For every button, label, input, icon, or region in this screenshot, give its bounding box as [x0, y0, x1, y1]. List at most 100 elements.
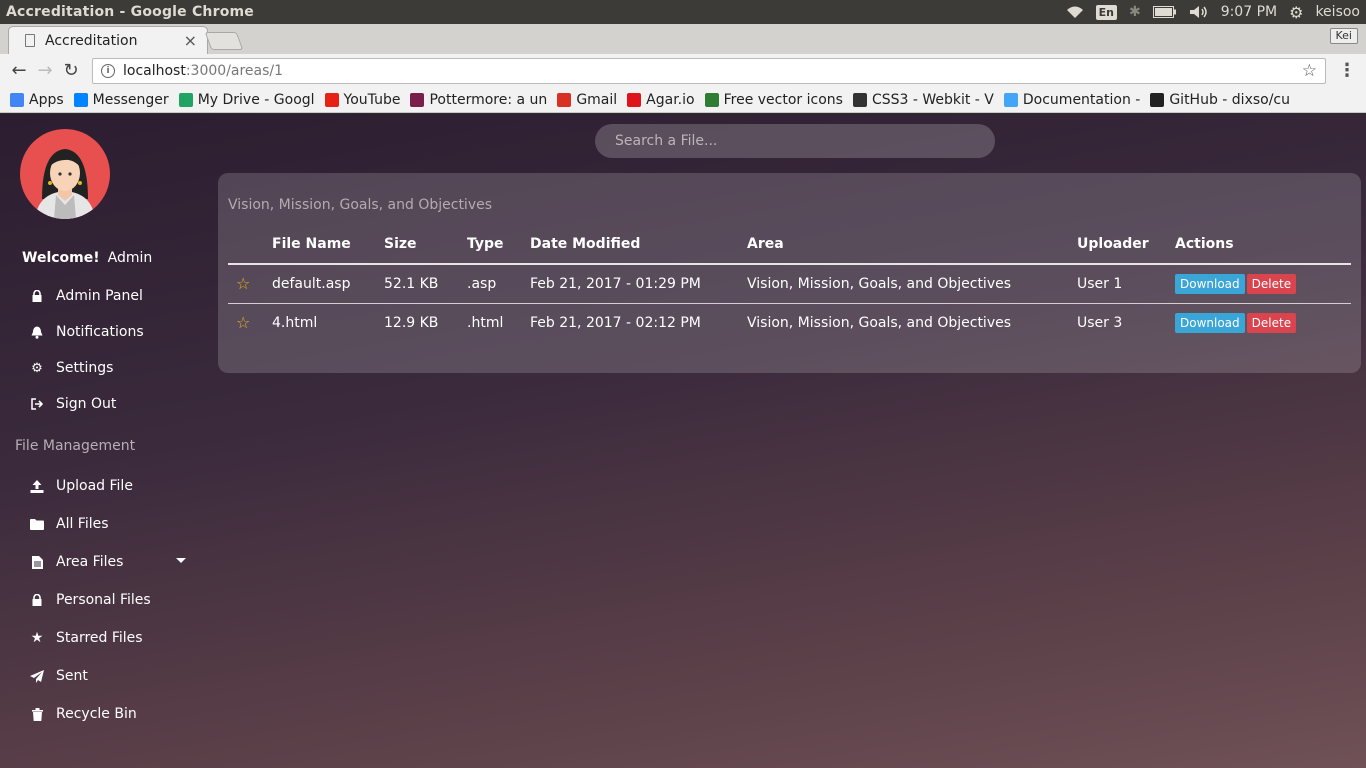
- bookmark-label: YouTube: [343, 91, 401, 108]
- bookmark-label: Documentation -: [1022, 91, 1141, 108]
- reload-icon[interactable]: ↻: [58, 58, 84, 84]
- files-panel: Vision, Mission, Goals, and Objectives F…: [218, 173, 1361, 373]
- bluetooth-icon[interactable]: ✱: [1129, 4, 1141, 20]
- profile-button[interactable]: Kei: [1329, 28, 1358, 44]
- sidebar-item-label: Notifications: [56, 324, 144, 340]
- sidebar-item-settings[interactable]: ⚙ Settings: [30, 360, 113, 376]
- bookmarks-bar: Apps Messenger My Drive - Googl YouTube Pott…: [0, 87, 1366, 113]
- address-bar[interactable]: i localhost:3000/areas/1 ☆: [92, 57, 1326, 84]
- bookmark-label: Agar.io: [646, 91, 695, 108]
- sidebar-item-upload-file[interactable]: Upload File: [30, 478, 133, 494]
- bookmark-item[interactable]: YouTube: [324, 91, 401, 108]
- chevron-down-icon[interactable]: [176, 558, 186, 563]
- delete-button[interactable]: Delete: [1246, 312, 1297, 333]
- keyboard-language[interactable]: En: [1095, 4, 1117, 20]
- volume-icon[interactable]: [1189, 5, 1209, 19]
- url-text[interactable]: localhost:3000/areas/1: [123, 63, 1302, 79]
- youtube-icon: [324, 92, 339, 107]
- sidebar-item-label: All Files: [56, 516, 109, 532]
- bookmark-item[interactable]: Gmail: [557, 92, 617, 108]
- bookmark-item[interactable]: Apps: [10, 92, 64, 108]
- bookmark-item[interactable]: Messenger: [73, 91, 169, 108]
- sidebar-item-starred-files[interactable]: ★ Starred Files: [30, 630, 143, 646]
- battery-icon[interactable]: [1152, 6, 1177, 18]
- sidebar-item-sign-out[interactable]: Sign Out: [30, 396, 116, 412]
- table-header-row: File Name Size Type Date Modified Area U…: [228, 225, 1351, 265]
- os-top-bar: Accreditation - Google Chrome En ✱ 9:07 …: [0, 0, 1366, 24]
- browser-tab[interactable]: Accreditation ×: [8, 26, 208, 54]
- css3-icon: [852, 92, 867, 107]
- star-cell: ☆: [228, 264, 272, 304]
- sidebar-item-all-files[interactable]: All Files: [30, 516, 109, 532]
- sidebar-item-personal-files[interactable]: Personal Files: [30, 592, 151, 608]
- gmail-icon: [557, 92, 572, 107]
- table-row[interactable]: ☆ 4.html 12.9 KB .html Feb 21, 2017 - 02…: [228, 303, 1351, 342]
- files-table: File Name Size Type Date Modified Area U…: [228, 225, 1351, 342]
- file-type-cell: .html: [467, 314, 504, 331]
- sidebar-item-recycle-bin[interactable]: Recycle Bin: [30, 706, 137, 722]
- os-username[interactable]: keisoo: [1315, 4, 1360, 20]
- file-management-heading: File Management: [15, 438, 136, 454]
- download-button[interactable]: Download: [1175, 312, 1245, 333]
- delete-button[interactable]: Delete: [1246, 273, 1297, 294]
- star-outline-icon[interactable]: ☆: [236, 313, 250, 332]
- file-name-cell[interactable]: 4.html: [272, 303, 384, 342]
- bookmark-star-icon[interactable]: ☆: [1302, 61, 1317, 81]
- trash-icon: [30, 707, 44, 721]
- sidebar-item-sent[interactable]: Sent: [30, 668, 88, 684]
- bookmark-label: Apps: [29, 91, 64, 108]
- column-header-type[interactable]: Type: [467, 225, 530, 265]
- info-icon[interactable]: i: [101, 63, 115, 78]
- file-search-box[interactable]: [595, 124, 995, 158]
- star-outline-icon[interactable]: ☆: [236, 274, 250, 293]
- bookmark-item[interactable]: Agar.io: [627, 91, 695, 108]
- area-cell: Vision, Mission, Goals, and Objectives: [747, 314, 1012, 331]
- session-gear-icon[interactable]: ⚙: [1289, 3, 1303, 22]
- column-header-area[interactable]: Area: [747, 225, 1077, 265]
- sidebar-item-admin-panel[interactable]: Admin Panel: [30, 288, 143, 304]
- bookmark-label: Gmail: [576, 91, 618, 108]
- vector-icon: [704, 92, 719, 107]
- download-button[interactable]: Download: [1175, 273, 1245, 294]
- table-row[interactable]: ☆ default.asp 52.1 KB .asp Feb 21, 2017 …: [228, 264, 1351, 304]
- bookmark-label: Messenger: [92, 91, 169, 108]
- wifi-icon[interactable]: [1066, 5, 1084, 19]
- sidebar-item-area-files[interactable]: Area Files: [30, 554, 123, 570]
- bookmark-item[interactable]: GitHub - dixso/cu: [1150, 92, 1290, 108]
- bell-icon: [30, 325, 44, 339]
- column-header-file-name[interactable]: File Name: [272, 225, 384, 265]
- file-type-cell: .asp: [467, 264, 530, 304]
- bookmark-item[interactable]: My Drive - Googl: [178, 92, 315, 108]
- bookmark-item[interactable]: Pottermore: a un: [410, 92, 547, 108]
- welcome-label: Welcome!: [22, 250, 100, 266]
- date-modified-cell: Feb 21, 2017 - 01:29 PM: [530, 264, 747, 304]
- chrome-menu-icon[interactable]: ⋮: [1338, 60, 1356, 81]
- folder-icon: [30, 517, 44, 531]
- column-header-size[interactable]: Size: [384, 225, 467, 265]
- column-header-actions: Actions: [1175, 225, 1351, 265]
- forward-icon[interactable]: →: [32, 58, 58, 84]
- back-icon[interactable]: ←: [6, 58, 32, 84]
- upload-icon: [30, 479, 44, 493]
- file-search-input[interactable]: [615, 133, 975, 149]
- github-icon: [1150, 92, 1165, 107]
- bookmark-item[interactable]: Free vector icons: [704, 92, 843, 108]
- bookmark-item[interactable]: CSS3 - Webkit - V: [852, 91, 994, 108]
- welcome-username: Admin: [107, 250, 153, 266]
- clock[interactable]: 9:07 PM: [1221, 4, 1277, 20]
- bookmark-label: CSS3 - Webkit - V: [871, 91, 994, 108]
- column-header-date-modified[interactable]: Date Modified: [530, 225, 747, 265]
- close-tab-icon[interactable]: ×: [184, 31, 197, 50]
- browser-toolbar: ← → ↻ i localhost:3000/areas/1 ☆ ⋮: [0, 54, 1366, 87]
- paper-plane-icon: [30, 669, 44, 683]
- star-icon: ★: [30, 630, 44, 646]
- avatar[interactable]: [20, 129, 110, 219]
- new-tab-button[interactable]: [204, 32, 244, 50]
- sidebar-item-label: Area Files: [56, 554, 124, 570]
- bookmark-item[interactable]: Documentation -: [1003, 91, 1141, 108]
- file-name-cell[interactable]: default.asp: [272, 264, 384, 304]
- sidebar-item-notifications[interactable]: Notifications: [30, 324, 144, 340]
- lock-icon: [30, 289, 44, 303]
- sidebar-item-label: Sign Out: [56, 396, 117, 412]
- column-header-uploader[interactable]: Uploader: [1077, 225, 1175, 265]
